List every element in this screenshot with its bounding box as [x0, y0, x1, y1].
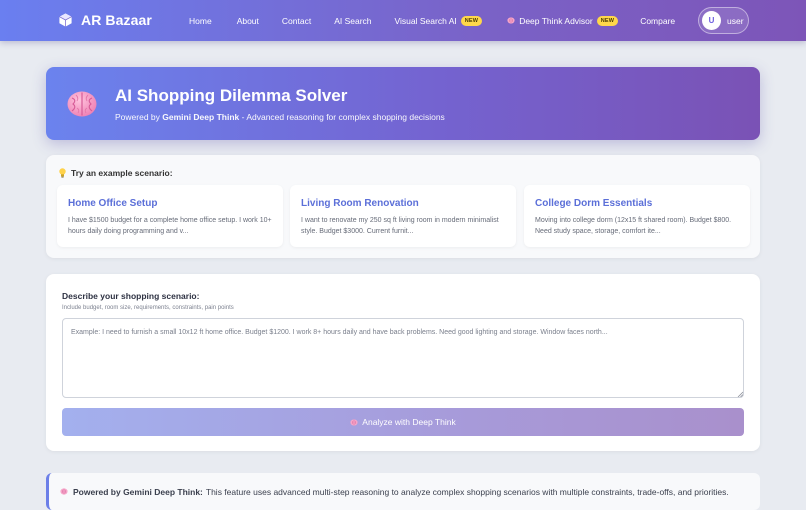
new-badge: NEW [460, 15, 483, 26]
hero-banner: AI Shopping Dilemma Solver Powered by Ge… [46, 67, 760, 140]
example-card-living-room[interactable]: Living Room Renovation I want to renovat… [290, 185, 516, 247]
examples-heading: Try an example scenario: [59, 168, 173, 178]
nav-home-label: Home [189, 15, 212, 26]
nav-home[interactable]: Home [189, 16, 212, 26]
brain-icon [60, 488, 68, 495]
resize-grip-icon[interactable] [737, 391, 743, 397]
navbar: AR Bazaar Home About Contact AI Search V… [0, 0, 806, 41]
nav-contact[interactable]: Contact [282, 16, 311, 26]
example-card-text: Moving into college dorm (12x15 ft share… [535, 217, 732, 235]
analyze-button[interactable]: Analyze with Deep Think [62, 408, 744, 436]
nav-compare-label: Compare [640, 15, 676, 26]
examples-heading-text: Try an example scenario: [71, 168, 173, 178]
brand-name: AR Bazaar [81, 12, 152, 28]
info-banner: Powered by Gemini Deep Think: This featu… [46, 473, 760, 510]
page-subtitle: Powered by Gemini Deep Think - Advanced … [115, 112, 445, 122]
brand-logo-link[interactable]: AR Bazaar [58, 10, 152, 30]
analyze-button-label: Analyze with Deep Think [362, 417, 456, 427]
scenario-label: Describe your shopping scenario: [62, 291, 200, 301]
nav-deep-think-label: Deep Think Advisor [519, 15, 593, 26]
example-card-text: I want to renovate my 250 sq ft living r… [301, 217, 499, 235]
nav-visual-search-label: Visual Search AI [394, 15, 457, 26]
scenario-form: Describe your shopping scenario: Include… [46, 274, 760, 451]
subtitle-strong: Gemini Deep Think [162, 112, 240, 122]
page-title: AI Shopping Dilemma Solver [115, 86, 348, 105]
example-card-title: College Dorm Essentials [535, 198, 653, 209]
subtitle-suffix: - Advanced reasoning for complex shoppin… [239, 112, 445, 122]
example-card-title: Living Room Renovation [301, 198, 419, 209]
nav-about[interactable]: About [237, 16, 259, 26]
nav-visual-search[interactable]: Visual Search AI NEW [394, 15, 483, 26]
nav-links: Home About Contact AI Search Visual Sear… [189, 0, 675, 41]
user-menu-button[interactable]: U user [698, 7, 749, 34]
avatar: U [702, 11, 721, 30]
brain-icon [67, 91, 97, 117]
scenario-textarea[interactable] [62, 318, 744, 398]
example-card-college-dorm[interactable]: College Dorm Essentials Moving into coll… [524, 185, 750, 247]
example-card-text: I have $1500 budget for a complete home … [68, 217, 272, 235]
nav-ai-search[interactable]: AI Search [334, 16, 371, 26]
brain-icon [350, 418, 358, 426]
example-scenarios-panel: Try an example scenario: Home Office Set… [46, 155, 760, 258]
nav-about-label: About [236, 15, 259, 26]
lightbulb-icon [59, 168, 66, 178]
cube-icon [59, 13, 72, 27]
info-text: This feature uses advanced multi-step re… [205, 486, 729, 497]
user-name: user [727, 15, 744, 26]
brain-icon [507, 17, 515, 24]
subtitle-prefix: Powered by [115, 112, 163, 122]
nav-deep-think[interactable]: Deep Think Advisor NEW [507, 15, 619, 26]
info-strong: Powered by Gemini Deep Think: [73, 486, 203, 497]
new-badge: NEW [596, 15, 619, 26]
scenario-hint: Include budget, room size, requirements,… [62, 305, 234, 311]
nav-contact-label: Contact [281, 15, 312, 26]
example-card-title: Home Office Setup [68, 198, 158, 209]
nav-ai-search-label: AI Search [334, 15, 372, 26]
nav-compare[interactable]: Compare [640, 16, 675, 26]
example-card-home-office[interactable]: Home Office Setup I have $1500 budget fo… [57, 185, 283, 247]
